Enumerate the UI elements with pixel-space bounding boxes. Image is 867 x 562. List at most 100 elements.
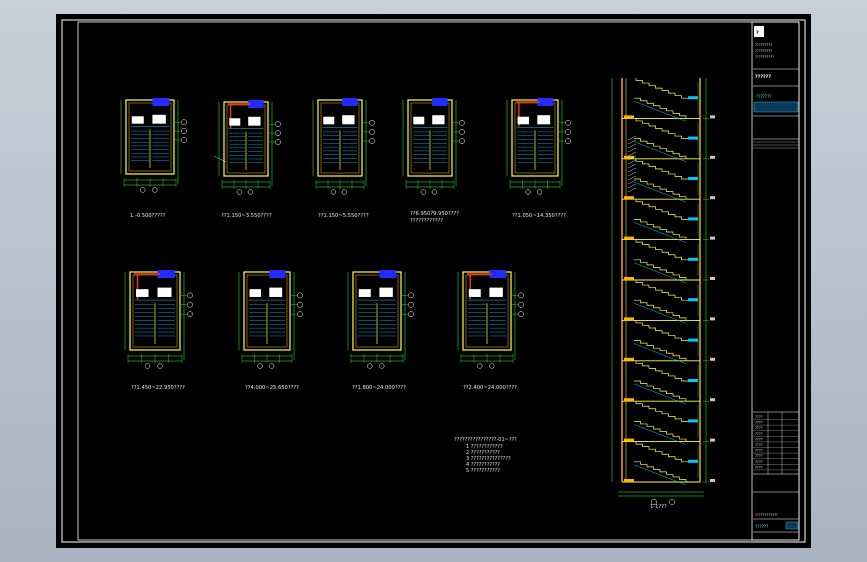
axis-bubble xyxy=(408,311,414,317)
axis-bubble xyxy=(268,363,275,369)
plan-label: ??1.150~5.550???? xyxy=(318,213,369,219)
axis-bubble xyxy=(489,363,495,369)
axis-bubble xyxy=(369,129,375,135)
note-line: 5 ??????????? xyxy=(466,468,500,474)
title-row-label: ???? xyxy=(755,437,763,441)
plan-label: ??4.000~25.650???? xyxy=(245,385,299,391)
axis-bubble xyxy=(518,292,524,299)
axis-bubble xyxy=(408,301,414,308)
axis-bubble xyxy=(275,130,281,136)
landing-block xyxy=(688,379,698,382)
axis-bubble xyxy=(187,311,193,317)
company-line: ????????? xyxy=(755,49,772,53)
stair-flight xyxy=(634,421,687,442)
title-row-label: ???? xyxy=(755,443,763,447)
stair-flight xyxy=(635,280,688,301)
landing-block xyxy=(624,196,634,200)
plan-label-box xyxy=(323,116,335,125)
landing-block xyxy=(624,357,634,361)
axis-bubble xyxy=(297,311,303,317)
plan-label-box xyxy=(358,289,371,297)
plan-label-box xyxy=(432,115,445,125)
landing-block xyxy=(688,136,698,140)
plan-blue-slab xyxy=(342,98,358,106)
axis-bubble xyxy=(297,292,303,299)
stair-flight xyxy=(634,259,687,280)
stair-plan xyxy=(347,270,414,369)
plan-label-box xyxy=(152,114,166,124)
stair-flight xyxy=(634,299,687,321)
axis-bubble xyxy=(236,189,243,195)
axis-bubble xyxy=(369,119,375,126)
title-row-label: ???? xyxy=(755,415,763,419)
axis-bubble xyxy=(518,311,524,317)
hatch-line xyxy=(627,159,637,165)
plan-blue-slab xyxy=(269,270,286,278)
plan-label-box xyxy=(342,115,355,125)
axis-bubble xyxy=(536,189,543,195)
hatch-line xyxy=(627,163,637,169)
plan-label: ??1.050~14.350???? xyxy=(512,213,566,219)
landing-block xyxy=(688,338,698,342)
axis-bubble xyxy=(459,129,465,135)
drawing-sheet: 1.-0.500????? ??1.150~3.550???? ??1.150~… xyxy=(56,14,811,548)
stair-plan xyxy=(312,98,375,195)
level-marker xyxy=(710,357,715,361)
plan-label-box xyxy=(249,289,262,297)
stair-flight xyxy=(635,78,688,99)
hatch-line xyxy=(627,187,637,193)
plan-label-box xyxy=(537,115,551,125)
plan-label-box xyxy=(413,116,425,125)
axis-bubble xyxy=(525,189,531,195)
hatch-line xyxy=(627,179,637,185)
axis-bubble xyxy=(367,363,373,369)
axis-bubble xyxy=(379,363,385,369)
title-row-label: ???? xyxy=(755,460,763,464)
stair-flight xyxy=(635,320,688,341)
stair-flight xyxy=(635,239,688,261)
plan-sublabel: ???????????? xyxy=(410,218,443,224)
landing-block xyxy=(688,419,698,423)
stair-flight xyxy=(634,97,687,119)
stair-section-1-1 xyxy=(611,78,715,505)
hatch-line xyxy=(627,167,637,173)
notes-title: ????????????????-01~??? xyxy=(454,437,517,443)
level-marker xyxy=(710,438,715,442)
axis-bubble xyxy=(257,363,263,369)
title-bottom-line: ?????? xyxy=(755,524,768,529)
axis-bubble xyxy=(565,129,571,135)
stair-flight xyxy=(635,199,688,220)
plan-blue-slab xyxy=(432,98,448,106)
section-label: 1-1??? xyxy=(650,504,667,510)
stair-flight xyxy=(635,158,688,180)
hatch-line xyxy=(627,143,637,149)
level-marker xyxy=(710,196,715,200)
hatch-line xyxy=(627,151,637,157)
title-row-label: ???? xyxy=(755,432,763,436)
axis-bubble xyxy=(181,128,187,134)
landing-block xyxy=(624,317,634,321)
landing-block xyxy=(624,115,634,119)
axis-bubble xyxy=(408,292,414,299)
stair-flight xyxy=(634,340,687,361)
axis-bubble xyxy=(152,187,158,193)
title-bottom-line: ???????????? xyxy=(755,513,778,517)
general-notes: ????????????????-01~??? 1 ???????????? 2… xyxy=(454,437,517,474)
plan-label: ??6.950?9.950???? xyxy=(410,211,459,217)
landing-block xyxy=(624,479,634,482)
axis-bubble xyxy=(341,189,348,195)
logo-mark: ? xyxy=(756,30,759,36)
landing-block xyxy=(624,398,634,402)
landing-block xyxy=(688,257,698,261)
axis-bubble xyxy=(459,138,465,144)
landing-block xyxy=(624,277,634,280)
axis-bubble xyxy=(420,189,427,195)
title-block: ? ????????? ????????? ?????????? ?????? … xyxy=(751,21,800,541)
stair-flight xyxy=(635,401,688,422)
title-row-label: ???? xyxy=(755,465,763,469)
landing-block xyxy=(688,96,698,100)
plan-row-2 xyxy=(124,270,524,369)
plan-blue-slab xyxy=(537,98,554,106)
plan-label-box xyxy=(248,116,261,126)
hatch-line xyxy=(627,135,637,141)
